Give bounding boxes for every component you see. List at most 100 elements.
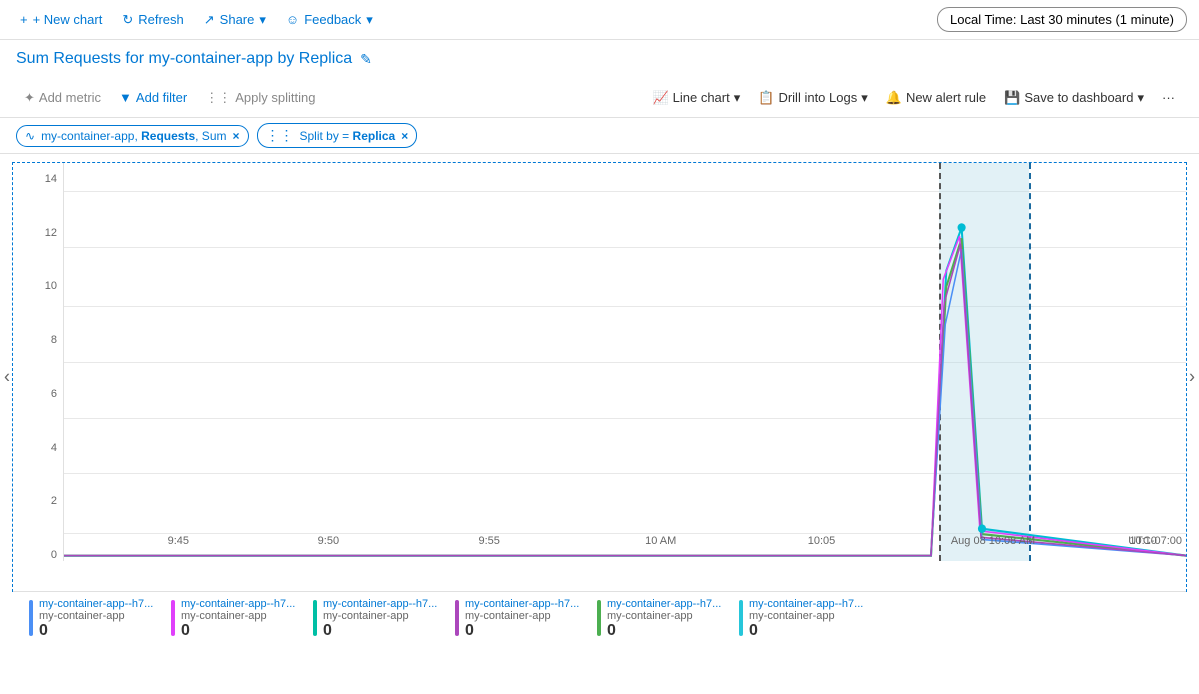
page-title-bar: Sum Requests for my-container-app by Rep… xyxy=(0,40,1199,78)
split-tag-label: Split by = Replica xyxy=(300,129,396,143)
y-label-10: 10 xyxy=(45,280,57,292)
x-label-10am: 10 AM xyxy=(645,535,676,547)
y-label-2: 2 xyxy=(51,495,57,507)
legend-val-1: 0 xyxy=(181,622,295,640)
top-toolbar: + + New chart ↻ Refresh ↗ Share ▾ ☺ Feed… xyxy=(0,0,1199,40)
legend-sub-3: my-container-app xyxy=(465,610,579,622)
feedback-label: Feedback xyxy=(304,12,361,27)
share-button[interactable]: ↗ Share ▾ xyxy=(196,8,274,32)
utc-label: UTC-07:00 xyxy=(1128,535,1182,547)
share-icon: ↗ xyxy=(204,12,215,28)
add-filter-button[interactable]: ▼ Add filter xyxy=(111,86,195,109)
legend-area: my-container-app--h7... my-container-app… xyxy=(13,591,1186,646)
legend-color-0 xyxy=(29,600,33,636)
time-selector-container: Local Time: Last 30 minutes (1 minute) xyxy=(937,7,1187,32)
x-label-aug08: Aug 08 10:08 AM xyxy=(951,535,1035,547)
legend-text-5: my-container-app--h7... my-container-app… xyxy=(749,598,863,640)
drill-logs-label: Drill into Logs xyxy=(778,90,857,105)
legend-sub-1: my-container-app xyxy=(181,610,295,622)
metric-filter-tag[interactable]: ∿ my-container-app, Requests, Sum × xyxy=(16,125,249,147)
metric-tag-close[interactable]: × xyxy=(232,129,239,143)
legend-name-0: my-container-app--h7... xyxy=(39,598,153,610)
ellipsis-icon: ··· xyxy=(1162,90,1175,105)
refresh-label: Refresh xyxy=(138,12,184,27)
legend-color-4 xyxy=(597,600,601,636)
feedback-icon: ☺ xyxy=(286,12,299,27)
y-axis: 14 12 10 8 6 4 2 0 xyxy=(13,163,63,561)
split-icon: ⋮⋮ xyxy=(205,90,231,106)
chart-container: 14 12 10 8 6 4 2 0 xyxy=(12,162,1187,592)
alert-icon: 🔔 xyxy=(886,90,902,106)
apply-splitting-label: Apply splitting xyxy=(235,90,315,105)
legend-sub-5: my-container-app xyxy=(749,610,863,622)
legend-val-5: 0 xyxy=(749,622,863,640)
metric-icon: ∿ xyxy=(25,129,35,143)
y-label-12: 12 xyxy=(45,227,57,239)
line-chart-button[interactable]: 📈 Line chart ▾ xyxy=(644,86,748,110)
legend-name-5: my-container-app--h7... xyxy=(749,598,863,610)
new-chart-label: + New chart xyxy=(33,12,103,27)
plus-icon: + xyxy=(20,12,28,27)
legend-sub-2: my-container-app xyxy=(323,610,437,622)
refresh-button[interactable]: ↻ Refresh xyxy=(114,8,191,32)
legend-item-1: my-container-app--h7... my-container-app… xyxy=(171,598,301,640)
edit-icon[interactable]: ✎ xyxy=(360,51,372,68)
save-chevron: ▾ xyxy=(1137,90,1144,106)
filter-tags: ∿ my-container-app, Requests, Sum × ⋮⋮ S… xyxy=(0,118,1199,154)
share-chevron: ▾ xyxy=(259,12,266,28)
legend-val-2: 0 xyxy=(323,622,437,640)
apply-splitting-button[interactable]: ⋮⋮ Apply splitting xyxy=(197,86,323,110)
nav-arrow-left[interactable]: ‹ xyxy=(0,363,14,392)
chart-outer: ‹ 14 12 10 8 6 4 2 0 xyxy=(0,162,1199,592)
legend-item-4: my-container-app--h7... my-container-app… xyxy=(597,598,727,640)
legend-text-3: my-container-app--h7... my-container-app… xyxy=(465,598,579,640)
logs-icon: 📋 xyxy=(758,90,774,106)
split-tag-close[interactable]: × xyxy=(401,129,408,143)
y-label-14: 14 xyxy=(45,173,57,185)
legend-val-4: 0 xyxy=(607,622,721,640)
save-dashboard-label: Save to dashboard xyxy=(1024,90,1133,105)
legend-item-0: my-container-app--h7... my-container-app… xyxy=(29,598,159,640)
legend-item-5: my-container-app--h7... my-container-app… xyxy=(739,598,869,640)
y-label-6: 6 xyxy=(51,388,57,400)
legend-item-2: my-container-app--h7... my-container-app… xyxy=(313,598,443,640)
legend-text-4: my-container-app--h7... my-container-app… xyxy=(607,598,721,640)
new-alert-rule-button[interactable]: 🔔 New alert rule xyxy=(878,86,994,110)
metric-tag-label: my-container-app, Requests, Sum xyxy=(41,129,226,143)
x-label-955: 9:55 xyxy=(478,535,499,547)
filter-icon: ▼ xyxy=(119,90,132,105)
y-label-8: 8 xyxy=(51,334,57,346)
split-filter-tag[interactable]: ⋮⋮ Split by = Replica × xyxy=(257,123,418,148)
chart-svg xyxy=(64,163,1186,561)
legend-val-0: 0 xyxy=(39,622,153,640)
legend-name-3: my-container-app--h7... xyxy=(465,598,579,610)
legend-color-1 xyxy=(171,600,175,636)
split-tag-icon: ⋮⋮ xyxy=(266,127,294,144)
feedback-button[interactable]: ☺ Feedback ▾ xyxy=(278,8,381,32)
new-chart-button[interactable]: + + New chart xyxy=(12,8,110,31)
feedback-chevron: ▾ xyxy=(366,12,373,28)
add-metric-button[interactable]: ✦ Add metric xyxy=(16,86,109,110)
x-axis: 9:45 9:50 9:55 10 AM 10:05 Aug 08 10:08 … xyxy=(114,531,1186,561)
chart-toolbar: ✦ Add metric ▼ Add filter ⋮⋮ Apply split… xyxy=(0,78,1199,118)
legend-color-3 xyxy=(455,600,459,636)
nav-arrow-right[interactable]: › xyxy=(1185,363,1199,392)
legend-name-1: my-container-app--h7... xyxy=(181,598,295,610)
sparkle-icon: ✦ xyxy=(24,90,35,106)
time-selector-button[interactable]: Local Time: Last 30 minutes (1 minute) xyxy=(937,7,1187,32)
refresh-icon: ↻ xyxy=(122,12,133,28)
plot-area: 9:45 9:50 9:55 10 AM 10:05 Aug 08 10:08 … xyxy=(63,163,1186,561)
legend-sub-4: my-container-app xyxy=(607,610,721,622)
save-dashboard-button[interactable]: 💾 Save to dashboard ▾ xyxy=(996,86,1152,110)
line-chart-icon: 📈 xyxy=(652,90,668,106)
line-chart-label: Line chart xyxy=(673,90,730,105)
chart-toolbar-right: 📈 Line chart ▾ 📋 Drill into Logs ▾ 🔔 New… xyxy=(644,86,1183,110)
legend-color-5 xyxy=(739,600,743,636)
x-label-1005: 10:05 xyxy=(808,535,836,547)
more-options-button[interactable]: ··· xyxy=(1154,86,1183,109)
y-label-0: 0 xyxy=(51,549,57,561)
share-label: Share xyxy=(220,12,255,27)
time-selector-label: Local Time: Last 30 minutes (1 minute) xyxy=(950,12,1174,27)
legend-val-3: 0 xyxy=(465,622,579,640)
drill-logs-button[interactable]: 📋 Drill into Logs ▾ xyxy=(750,86,875,110)
